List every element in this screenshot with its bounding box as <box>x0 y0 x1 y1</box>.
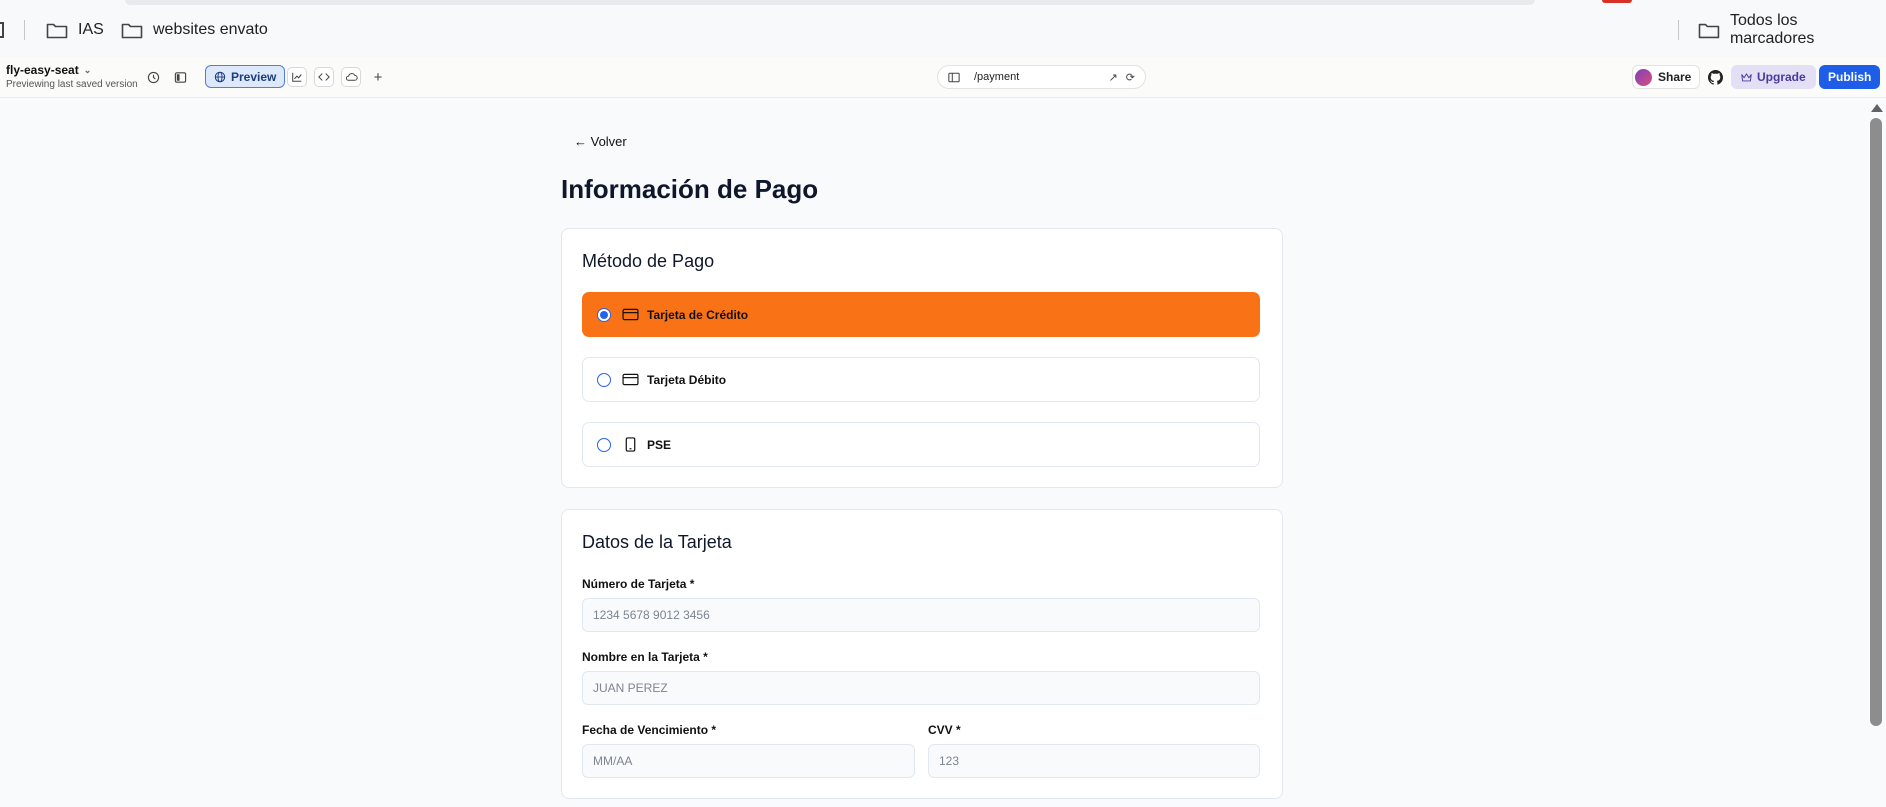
payment-option-label: Tarjeta de Crédito <box>647 307 749 322</box>
extension-indicator <box>1602 0 1632 3</box>
all-bookmarks[interactable]: Todos los marcadores <box>1698 12 1886 47</box>
publish-button[interactable]: Publish <box>1819 65 1881 89</box>
upgrade-button[interactable]: Upgrade <box>1731 65 1816 89</box>
card-data-title: Datos de la Tarjeta <box>582 532 732 552</box>
payment-option-label: PSE <box>647 437 672 452</box>
code-icon[interactable] <box>314 67 334 87</box>
bookmark-websites-envato[interactable]: websites envato <box>121 18 268 42</box>
scrollbar[interactable] <box>1866 98 1886 807</box>
scroll-up-arrow-icon[interactable] <box>1871 104 1883 112</box>
add-icon[interactable]: + <box>368 67 388 87</box>
chevron-down-icon: ⌄ <box>83 64 92 75</box>
card-number-input[interactable] <box>582 598 1260 632</box>
cvv-input[interactable] <box>928 744 1260 778</box>
folder-icon <box>121 23 143 39</box>
preview-button[interactable]: Preview <box>205 65 286 88</box>
bookmark-label: websites envato <box>153 21 268 38</box>
refresh-icon[interactable]: ⟳ <box>1126 71 1135 84</box>
expiry-input[interactable] <box>582 744 915 778</box>
payment-option-debit[interactable]: Tarjeta Débito <box>582 357 1260 402</box>
preview-label: Preview <box>231 69 277 84</box>
project-selector[interactable]: fly-easy-seat ⌄ <box>6 63 91 77</box>
bookmark-label: IAS <box>78 21 104 38</box>
editor-toolbar: fly-easy-seat ⌄ Previewing last saved ve… <box>0 57 1886 98</box>
payment-option-pse[interactable]: PSE <box>582 422 1260 467</box>
device-icon <box>948 72 960 82</box>
radio-button[interactable] <box>597 307 611 322</box>
payment-method-title: Método de Pago <box>582 251 715 271</box>
payment-method-card: Método de Pago Tarjeta de Crédito Tarjet… <box>561 228 1283 488</box>
project-name: fly-easy-seat <box>6 63 79 77</box>
upgrade-label: Upgrade <box>1757 70 1806 84</box>
expiry-label: Fecha de Vencimiento * <box>582 723 717 737</box>
card-number-label: Número de Tarjeta * <box>582 577 695 591</box>
cloud-icon[interactable] <box>341 67 361 87</box>
avatar <box>1635 68 1652 86</box>
github-icon[interactable] <box>1704 66 1726 88</box>
card-data-card: Datos de la Tarjeta Número de Tarjeta * … <box>561 509 1283 799</box>
history-icon[interactable] <box>143 67 163 87</box>
preview-content: ← Volver Información de Pago Método de P… <box>0 98 1866 807</box>
card-name-label: Nombre en la Tarjeta * <box>582 650 708 664</box>
all-bookmarks-label: Todos los marcadores <box>1729 12 1815 47</box>
bookmarks-bar: IAS websites envato Todos los marcadores <box>0 0 1886 57</box>
credit-card-icon <box>621 371 639 389</box>
bookmark-separator <box>1678 20 1679 40</box>
globe-icon <box>214 71 226 82</box>
open-external-icon[interactable]: ↗ <box>1109 71 1118 84</box>
url-bar[interactable]: /payment ↗ ⟳ <box>937 65 1146 89</box>
page-title: Información de Pago <box>561 174 819 204</box>
back-link[interactable]: ← Volver <box>574 134 627 149</box>
bookmark-separator <box>24 20 25 40</box>
payment-option-credit[interactable]: Tarjeta de Crédito <box>582 292 1260 337</box>
radio-button[interactable] <box>597 372 611 387</box>
address-bar-edge <box>125 0 1535 5</box>
card-name-input[interactable] <box>582 671 1260 705</box>
share-button[interactable]: Share <box>1632 65 1701 89</box>
folder-icon <box>1698 23 1720 39</box>
credit-card-icon <box>621 306 639 324</box>
radio-button[interactable] <box>597 437 611 452</box>
analytics-icon[interactable] <box>287 67 307 87</box>
smartphone-icon <box>621 436 639 454</box>
share-label: Share <box>1658 70 1692 84</box>
crown-icon <box>1741 73 1752 82</box>
payment-option-label: Tarjeta Débito <box>647 372 727 387</box>
url-path: /payment <box>974 71 1020 83</box>
folder-icon <box>46 23 68 39</box>
apps-grid-icon[interactable] <box>0 22 4 38</box>
scroll-thumb[interactable] <box>1870 118 1882 726</box>
project-subtitle: Previewing last saved version <box>6 79 138 90</box>
sidebar-toggle-icon[interactable] <box>170 67 190 87</box>
bookmark-ias[interactable]: IAS <box>46 18 104 42</box>
cvv-label: CVV * <box>928 723 961 737</box>
